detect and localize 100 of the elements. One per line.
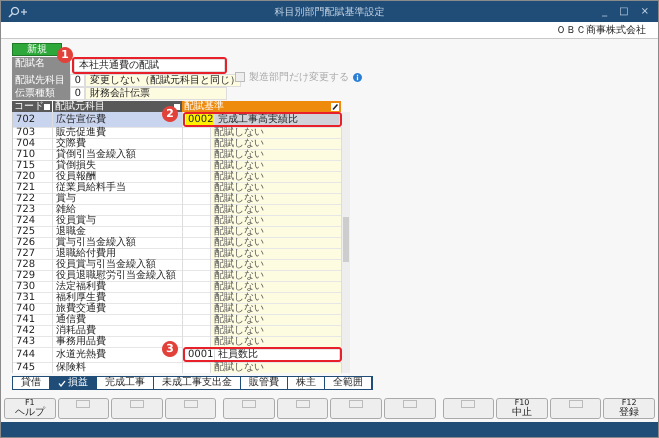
table-cell: 710 (13, 149, 53, 160)
table-cell[interactable]: 配賦しない (211, 193, 342, 204)
table-cell: 715 (13, 160, 53, 171)
table-cell: 745 (13, 362, 53, 373)
field-label: 配賦名 (12, 57, 70, 74)
table-cell[interactable]: 配賦しない (211, 292, 342, 303)
table-cell: 703 (13, 127, 53, 138)
table-cell: 通信費 (53, 314, 183, 325)
function-key[interactable] (384, 398, 436, 419)
table-cell: 730 (13, 281, 53, 292)
table-cell[interactable]: 配賦しない (211, 314, 342, 325)
table-cell: 731 (13, 292, 53, 303)
table-cell: 賞与 (53, 193, 183, 204)
table-cell: 702 (13, 112, 53, 127)
checkbox-label: 製造部門だけ変更する (249, 70, 349, 84)
table-cell[interactable]: 配賦しない (211, 160, 342, 171)
pencil-icon[interactable] (331, 102, 339, 110)
table-cell[interactable]: 社員数比 (215, 349, 340, 360)
table-cell: 消耗品費 (53, 325, 183, 336)
tab[interactable]: 損益 (50, 377, 97, 389)
table-cell: 740 (13, 303, 53, 314)
table-cell[interactable]: 配賦しない (211, 237, 342, 248)
function-key[interactable] (442, 398, 494, 419)
company-name: ＯＢＣ商事株式会社 (556, 24, 646, 37)
tab[interactable]: 貸借 (13, 377, 50, 389)
function-key[interactable] (223, 398, 275, 419)
value-field[interactable]: 変更しない（配賦元科目と同じ） (85, 74, 241, 87)
code-field[interactable]: 0 (70, 74, 85, 87)
table-cell[interactable]: 配賦しない (211, 215, 342, 226)
search-plus-icon (7, 6, 29, 18)
code-field[interactable]: 0 (70, 87, 85, 100)
table-cell: 退職給付費用 (53, 248, 183, 259)
field-label: 配賦先科目 (12, 74, 70, 87)
table-cell[interactable]: 配賦しない (211, 281, 342, 292)
table-cell[interactable]: 配賦しない (211, 270, 342, 281)
table-cell: 旅費交通費 (53, 303, 183, 314)
tab[interactable]: 未成工事支出金 (154, 377, 241, 389)
tab[interactable]: 株主 (288, 377, 325, 389)
function-key[interactable]: F10 中止 (496, 398, 548, 419)
table-cell: 役員報酬 (53, 171, 183, 182)
table-cell: 賞与引当金繰入額 (53, 237, 183, 248)
table-cell: 福利厚生費 (53, 292, 183, 303)
window-control[interactable]: × (638, 6, 652, 17)
window-control[interactable]: _ (599, 6, 610, 17)
value-field[interactable]: 財務会計伝票 (85, 87, 227, 100)
table-cell: 723 (13, 204, 53, 215)
function-key[interactable] (550, 398, 602, 419)
function-key[interactable] (276, 398, 328, 419)
dropdown-icon[interactable] (174, 104, 180, 110)
table-cell: 725 (13, 226, 53, 237)
table-cell[interactable]: 配賦しない (211, 325, 342, 336)
table-cell[interactable]: 配賦しない (211, 259, 342, 270)
table-cell[interactable]: 配賦しない (211, 336, 342, 347)
window-control[interactable]: □ (616, 6, 632, 17)
function-key[interactable] (330, 398, 382, 419)
table-cell: 役員賞与引当金繰入額 (53, 259, 183, 270)
table-cell[interactable]: 配賦しない (211, 171, 342, 182)
table-cell[interactable]: 配賦しない (211, 149, 342, 160)
field-label: 伝票種類 (12, 87, 70, 100)
table-cell: 貸倒引当金繰入額 (53, 149, 183, 160)
table-cell[interactable]: 配賦しない (211, 138, 342, 149)
table-cell: 販売促進費 (53, 127, 183, 138)
table-cell: 退職金 (53, 226, 183, 237)
table-cell: 742 (13, 325, 53, 336)
info-icon (353, 72, 362, 82)
table-cell: 交際費 (53, 138, 183, 149)
table-cell: 法定福利費 (53, 281, 183, 292)
table-cell[interactable]: 配賦しない (211, 127, 342, 138)
table-cell[interactable]: 0002 (186, 114, 215, 125)
table-cell: 741 (13, 314, 53, 325)
table-cell: 722 (13, 193, 53, 204)
table-cell: 保険料 (53, 362, 183, 373)
function-key[interactable]: F12 登録 (603, 398, 655, 419)
function-key[interactable] (111, 398, 163, 419)
table-cell: 役員賞与 (53, 215, 183, 226)
function-key[interactable] (58, 398, 110, 419)
tab[interactable]: 販管費 (241, 377, 288, 389)
table-cell[interactable]: 配賦しない (211, 248, 342, 259)
table-cell: 724 (13, 215, 53, 226)
name-field[interactable]: 本社共通費の配賦 (74, 59, 225, 72)
dropdown-icon[interactable] (44, 104, 50, 110)
tab[interactable]: 全範囲 (325, 377, 372, 389)
table-cell[interactable]: 配賦しない (211, 303, 342, 314)
table-cell: 雑給 (53, 204, 183, 215)
function-key[interactable] (164, 398, 216, 419)
table-cell: 従業員給料手当 (53, 182, 183, 193)
table-cell: 728 (13, 259, 53, 270)
table-cell[interactable]: 配賦しない (211, 362, 342, 373)
table-cell[interactable]: 完成工事高実績比 (215, 114, 340, 125)
table-cell[interactable]: 配賦しない (211, 182, 342, 193)
column-header[interactable]: コード (12, 101, 53, 112)
table-cell: 704 (13, 138, 53, 149)
table-cell: 貸倒損失 (53, 160, 183, 171)
table-cell[interactable]: 配賦しない (211, 226, 342, 237)
table-cell: 726 (13, 237, 53, 248)
table-cell[interactable]: 配賦しない (211, 204, 342, 215)
tab[interactable]: 完成工事 (97, 377, 154, 389)
scrollbar[interactable] (342, 112, 350, 373)
table-cell: 744 (13, 347, 53, 362)
function-key[interactable]: F1 ヘルプ (4, 398, 56, 419)
